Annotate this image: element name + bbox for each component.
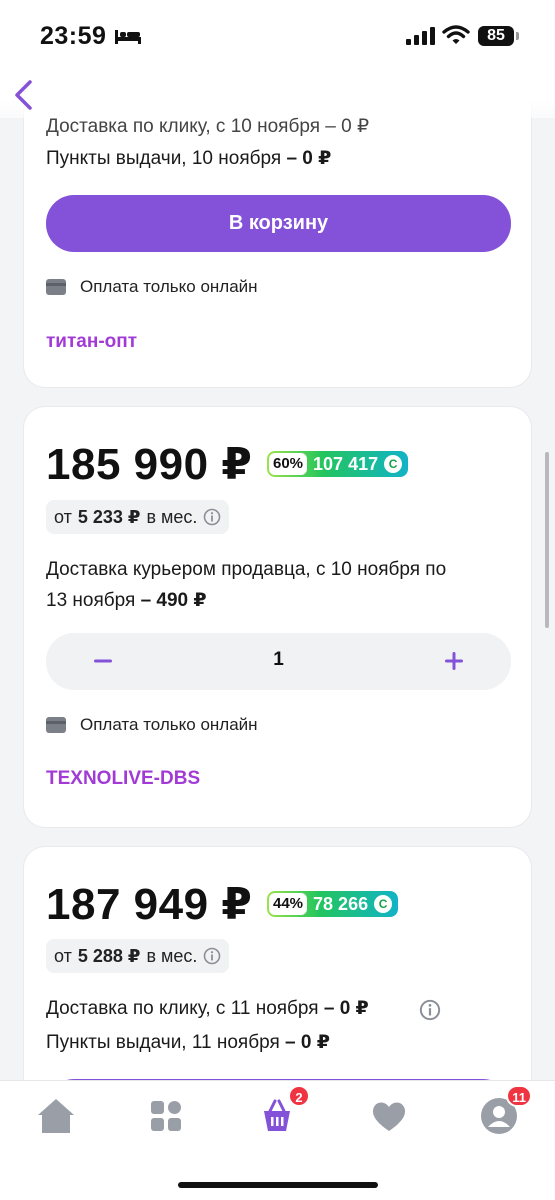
home-icon[interactable]: [35, 1095, 77, 1137]
installment-badge[interactable]: от 5 288 ₽ в мес.: [46, 939, 230, 973]
price: 187 949 ₽: [46, 880, 253, 929]
installment-amount: 5 288 ₽: [77, 945, 141, 966]
delivery-info: Доставка по клику, с 11 ноября – 0 ₽: [46, 997, 369, 1020]
delivery-text: Доставка по клику, с 11 ноября: [46, 998, 319, 1019]
favorites-icon[interactable]: [368, 1095, 410, 1137]
delivery-line-2: 13 ноября – 490 ₽: [46, 589, 207, 612]
bonus-value: 78 266: [313, 893, 369, 914]
bonus-coin-icon: С: [384, 455, 403, 473]
status-time: 23:59: [40, 22, 107, 50]
installment-suffix: в мес.: [146, 945, 198, 966]
seller-link[interactable]: титан-опт: [46, 331, 137, 353]
back-chevron-icon[interactable]: [10, 78, 36, 112]
pickup-info: Пункты выдачи, 11 ноября – 0 ₽: [46, 1031, 330, 1054]
tab-profile[interactable]: 11: [478, 1085, 532, 1137]
profile-badge: 11: [506, 1085, 532, 1107]
home-indicator: [178, 1182, 378, 1188]
bonus-value: 107 417: [313, 453, 379, 474]
bonus-percent: 44%: [269, 893, 308, 915]
nav-header: [0, 72, 555, 118]
credit-card-icon: [46, 279, 66, 295]
seller-link[interactable]: TEXNOLIVE-DBS: [46, 768, 200, 790]
offer-card: Доставка по клику, с 10 ноября – 0 ₽ Пун…: [23, 72, 532, 388]
catalog-icon[interactable]: [145, 1095, 187, 1137]
installment-amount: 5 233 ₽: [77, 506, 141, 527]
battery-indicator: 85: [478, 26, 519, 46]
delivery-line-1: Доставка курьером продавца, с 10 ноября …: [46, 559, 447, 580]
payment-note-text: Оплата только онлайн: [80, 277, 258, 296]
delivery-info: Доставка по клику, с 10 ноября – 0 ₽: [46, 116, 370, 137]
installment-suffix: в мес.: [146, 506, 198, 527]
delivery-date-end: 13 ноября: [46, 590, 136, 611]
info-icon[interactable]: [203, 947, 221, 965]
pickup-info: Пункты выдачи, 10 ноября – 0 ₽: [46, 147, 331, 170]
payment-note: Оплата только онлайн: [46, 275, 258, 299]
offer-card: 185 990 ₽ 60% 107 417 С от 5 233 ₽ в мес…: [23, 406, 532, 828]
cellular-signal-icon: [406, 27, 435, 45]
bonus-coin-icon: С: [374, 895, 393, 913]
cart-badge: 2: [288, 1085, 310, 1107]
installment-badge[interactable]: от 5 233 ₽ в мес.: [46, 500, 230, 534]
bonus-percent: 60%: [269, 453, 308, 475]
pickup-text: Пункты выдачи, 11 ноября: [46, 1032, 280, 1053]
payment-note: Оплата только онлайн: [46, 713, 258, 737]
offers-list[interactable]: Доставка по клику, с 10 ноября – 0 ₽ Пун…: [0, 72, 555, 1080]
scrollbar[interactable]: [545, 452, 549, 628]
increase-quantity-icon[interactable]: [441, 648, 467, 674]
price: 185 990 ₽: [46, 440, 253, 489]
pickup-price: – 0 ₽: [285, 1032, 330, 1053]
payment-note-text: Оплата только онлайн: [80, 715, 258, 734]
delivery-price: – 490 ₽: [140, 590, 207, 611]
bonus-badge: 44% 78 266 С: [267, 891, 399, 917]
tab-bar: 2 11: [0, 1080, 555, 1200]
installment-prefix: от: [54, 506, 72, 527]
info-icon[interactable]: [419, 999, 441, 1021]
quantity-stepper: 1: [46, 633, 511, 690]
offer-card: 187 949 ₽ 44% 78 266 С от 5 288 ₽ в мес.…: [23, 846, 532, 1080]
installment-prefix: от: [54, 945, 72, 966]
bonus-badge: 60% 107 417 С: [267, 451, 409, 477]
credit-card-icon: [46, 717, 66, 733]
add-to-cart-button[interactable]: В корзину: [46, 195, 511, 252]
sleep-mode-icon: [115, 30, 141, 44]
info-icon[interactable]: [203, 508, 221, 526]
pickup-text: Пункты выдачи, 10 ноября: [46, 148, 282, 169]
wifi-icon: [442, 25, 470, 44]
delivery-price: – 0 ₽: [323, 998, 369, 1019]
tab-cart[interactable]: 2: [256, 1085, 310, 1137]
pickup-price: – 0 ₽: [286, 148, 332, 169]
status-bar: 23:59 85: [0, 0, 555, 72]
